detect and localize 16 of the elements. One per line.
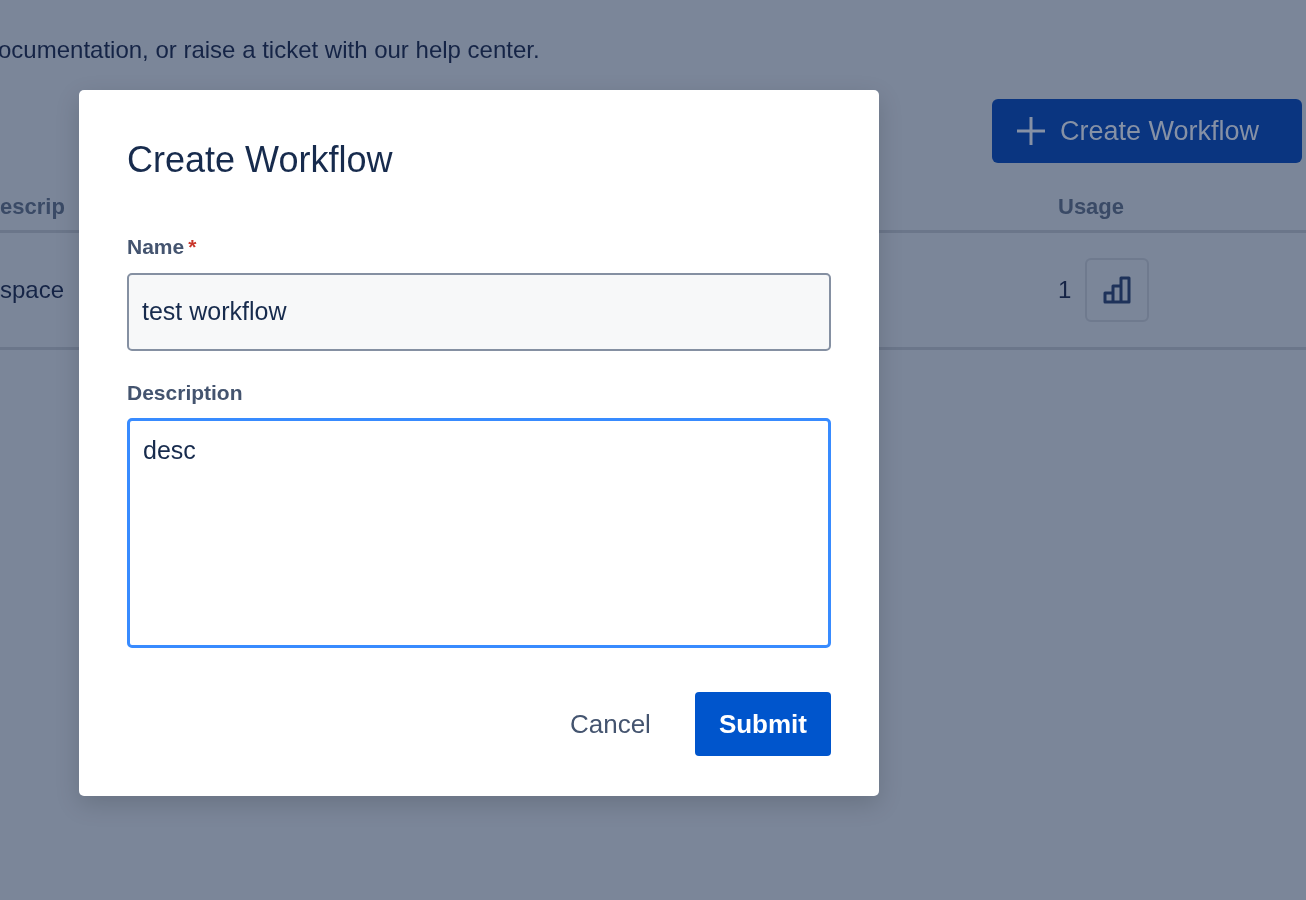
usage-button[interactable] [1085, 257, 1150, 322]
column-header: escrip [0, 193, 65, 219]
plus-icon [1016, 115, 1046, 146]
submit-button[interactable]: Submit [694, 692, 831, 757]
column-header: Usage [1058, 192, 1125, 221]
name-field[interactable]: test workflow [127, 272, 831, 351]
bar-chart-icon [1103, 275, 1132, 304]
field-label: Description [127, 380, 243, 404]
table-cell: space [0, 275, 65, 303]
description-field[interactable]: desc [127, 418, 831, 649]
required-asterisk: * [188, 235, 197, 259]
usage-count: 1 [1058, 274, 1072, 305]
field-label: Name [127, 235, 185, 259]
create-workflow-button[interactable]: Create Workflow [992, 98, 1302, 163]
cancel-button[interactable]: Cancel [545, 692, 675, 757]
dialog-title: Create Workflow [127, 138, 394, 182]
